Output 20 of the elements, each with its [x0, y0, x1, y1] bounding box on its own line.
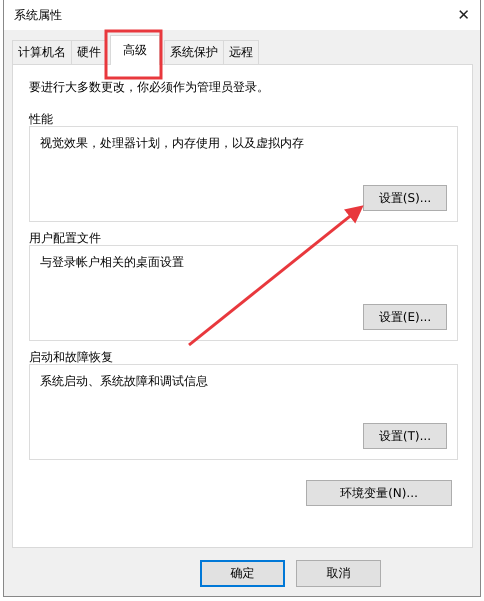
group-title: 用户配置文件 [29, 230, 102, 247]
settings-button[interactable]: 设置(T)... [363, 423, 447, 449]
environment-variables-button[interactable]: 环境变量(N)... [306, 480, 452, 506]
ok-button[interactable]: 确定 [200, 560, 285, 587]
tab[interactable]: 高级 [110, 35, 160, 65]
settings-button[interactable]: 设置(E)... [363, 304, 447, 330]
group-description: 系统启动、系统故障和调试信息 [40, 373, 209, 390]
tab[interactable]: 计算机名 [12, 40, 72, 64]
group-title: 启动和故障恢复 [29, 349, 114, 366]
close-button[interactable]: ✕ [457, 6, 470, 24]
tab[interactable]: 系统保护 [164, 40, 224, 64]
settings-button[interactable]: 设置(S)... [363, 185, 447, 211]
window-title: 系统属性 [14, 6, 62, 24]
group-title: 性能 [29, 111, 54, 128]
tab[interactable]: 远程 [223, 40, 259, 64]
cancel-button[interactable]: 取消 [296, 560, 381, 587]
group-description: 与登录帐户相关的桌面设置 [40, 254, 185, 271]
highlight-box [104, 30, 162, 80]
admin-notice: 要进行大多数更改，你必须作为管理员登录。 [29, 79, 270, 96]
group-description: 视觉效果，处理器计划，内存使用，以及虚拟内存 [40, 135, 305, 152]
